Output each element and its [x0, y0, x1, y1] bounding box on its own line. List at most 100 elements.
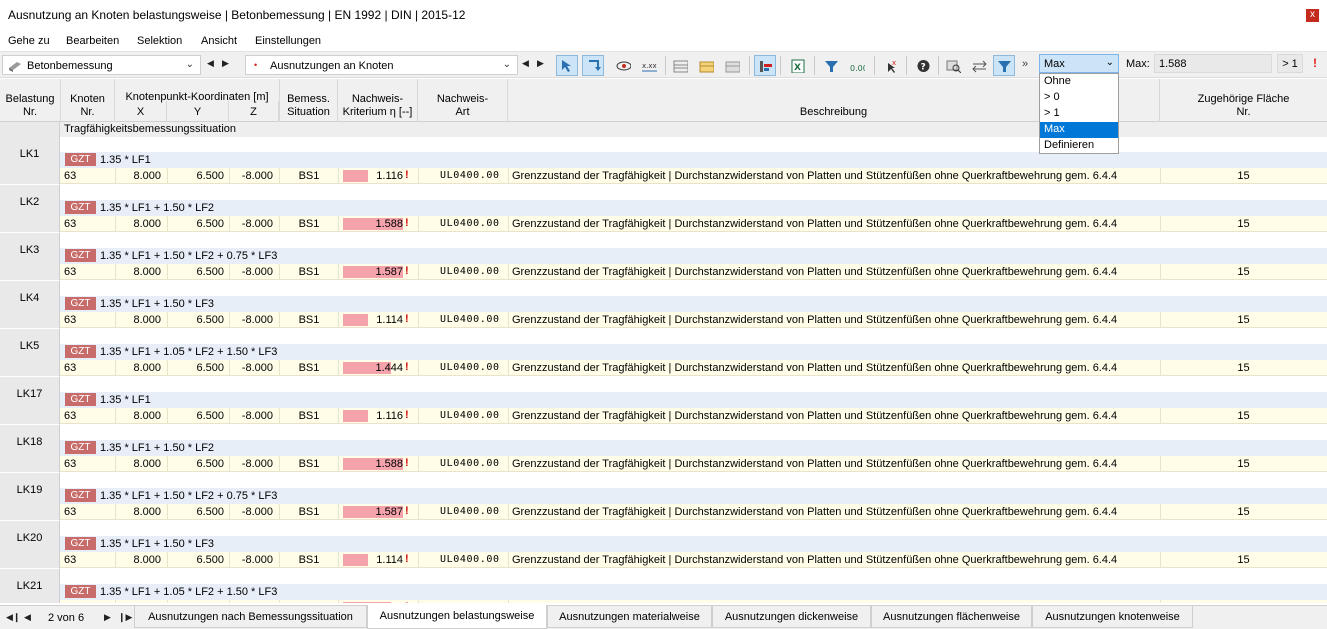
filter-option-definieren[interactable]: Definieren	[1040, 138, 1118, 154]
tab-bemessungssituation[interactable]: Ausnutzungen nach Bemessungssituation	[134, 606, 367, 628]
eye-icon	[616, 61, 631, 71]
last-page-icon[interactable]: ❙▶	[118, 612, 132, 623]
coord-y: 6.500	[196, 554, 224, 566]
table-icon	[673, 60, 688, 73]
design-situation: BS1	[298, 458, 320, 470]
search-table-button[interactable]	[942, 55, 964, 76]
filter-option-gt1[interactable]: > 1	[1040, 106, 1118, 122]
table-row[interactable]: 63 8.000 6.500 -8.000 BS1 1.114! UL0400.00 Gren…	[60, 552, 1327, 568]
combination-row[interactable]: GZT 1.35 * LF1 + 1.50 * LF2	[60, 440, 1327, 456]
view-mode-button[interactable]	[612, 55, 634, 76]
filter-option-max[interactable]: Max	[1040, 122, 1118, 138]
load-combination-cell[interactable]: LK3	[0, 233, 60, 281]
table-row[interactable]: 63 8.000 6.500 -8.000 BS1 1.116! UL0400.00 Gren…	[60, 168, 1327, 184]
tab-belastungsweise[interactable]: Ausnutzungen belastungsweise	[367, 605, 547, 629]
toolbar-overflow-icon[interactable]: »	[1022, 58, 1028, 70]
col-situation[interactable]: Bemess. Situation	[280, 79, 338, 122]
load-combination-cell[interactable]: LK2	[0, 185, 60, 233]
table-row[interactable]: 63 8.000 6.500 -8.000 BS1 1.444! UL0400.00 Gren…	[60, 600, 1327, 603]
table-folder-button[interactable]	[695, 55, 717, 76]
menu-gehe-zu[interactable]: Gehe zu	[8, 35, 50, 47]
filter-mode-select[interactable]: Max ⌄	[1039, 54, 1119, 73]
table-filter-button[interactable]	[721, 55, 743, 76]
tab-materialweise[interactable]: Ausnutzungen materialweise	[547, 606, 712, 628]
combination-row[interactable]: GZT 1.35 * LF1	[60, 392, 1327, 408]
menu-ansicht[interactable]: Ansicht	[201, 35, 237, 47]
menu-einstellungen[interactable]: Einstellungen	[255, 35, 321, 47]
tab-dickenweise[interactable]: Ausnutzungen dickenweise	[712, 606, 871, 628]
load-combination-cell[interactable]: LK19	[0, 473, 60, 521]
prev-module-icon[interactable]: ◀	[207, 58, 214, 69]
combination-row[interactable]: GZT 1.35 * LF1 + 1.50 * LF2 + 0.75 * LF3	[60, 488, 1327, 504]
max-value-field[interactable]: 1.588	[1154, 54, 1272, 73]
table-row[interactable]: 63 8.000 6.500 -8.000 BS1 1.587! UL0400.00 Gren…	[60, 504, 1327, 520]
col-kriterium[interactable]: Nachweis- Kriterium η [--]	[338, 79, 418, 122]
combination-row[interactable]: GZT 1.35 * LF1 + 1.05 * LF2 + 1.50 * LF3	[60, 344, 1327, 360]
combination-row[interactable]: GZT 1.35 * LF1	[60, 152, 1327, 168]
check-type: UL0400.00	[440, 506, 500, 517]
load-combination-cell[interactable]: LK4	[0, 281, 60, 329]
load-combination-cell[interactable]: LK18	[0, 425, 60, 473]
combination-row[interactable]: GZT 1.35 * LF1 + 1.50 * LF3	[60, 536, 1327, 552]
decimal-icon: 0.00	[850, 64, 865, 73]
col-y[interactable]: Y	[167, 101, 229, 122]
help-button[interactable]: ?	[912, 55, 934, 76]
combination-row[interactable]: GZT 1.35 * LF1 + 1.50 * LF3	[60, 296, 1327, 312]
col-x[interactable]: X	[115, 101, 167, 122]
show-values-button[interactable]: x.xx	[638, 55, 660, 76]
col-z[interactable]: Z	[229, 101, 279, 122]
combination-formula: 1.35 * LF1 + 1.05 * LF2 + 1.50 * LF3	[100, 586, 278, 598]
coord-x: 8.000	[133, 362, 161, 374]
col-belastung[interactable]: Belastung Nr.	[0, 79, 61, 122]
table-row[interactable]: 63 8.000 6.500 -8.000 BS1 1.444! UL0400.00 Gren…	[60, 360, 1327, 376]
table-row[interactable]: 63 8.000 6.500 -8.000 BS1 1.587! UL0400.00 Gren…	[60, 264, 1327, 280]
tab-knotenweise[interactable]: Ausnutzungen knotenweise	[1032, 606, 1193, 628]
menu-selektion[interactable]: Selektion	[137, 35, 182, 47]
next-page-icon[interactable]: ▶	[104, 612, 111, 623]
load-combination-cell[interactable]: LK20	[0, 521, 60, 569]
next-table-icon[interactable]: ▶	[537, 58, 544, 69]
close-button[interactable]: x	[1306, 9, 1319, 22]
sync-button[interactable]	[968, 55, 990, 76]
excel-export-button[interactable]: X	[786, 55, 808, 76]
col-knoten[interactable]: Knoten Nr.	[61, 79, 115, 122]
combination-row[interactable]: GZT 1.35 * LF1 + 1.05 * LF2 + 1.50 * LF3	[60, 584, 1327, 600]
decimal-places-button[interactable]: 0.00	[846, 55, 868, 76]
prev-page-icon[interactable]: ◀	[24, 612, 31, 623]
tab-flaechenweise[interactable]: Ausnutzungen flächenweise	[871, 606, 1032, 628]
next-module-icon[interactable]: ▶	[222, 58, 229, 69]
first-page-icon[interactable]: ◀❙	[6, 612, 20, 623]
table-select[interactable]: • Ausnutzungen an Knoten ⌄	[245, 55, 518, 75]
check-type: UL0400.00	[440, 218, 500, 229]
filter-button[interactable]	[820, 55, 842, 76]
menu-bearbeiten[interactable]: Bearbeiten	[66, 35, 119, 47]
filter-option-gt0[interactable]: > 0	[1040, 90, 1118, 106]
combination-row[interactable]: GZT 1.35 * LF1 + 1.50 * LF2 + 0.75 * LF3	[60, 248, 1327, 264]
table-row[interactable]: 63 8.000 6.500 -8.000 BS1 1.588! UL0400.00 Gren…	[60, 216, 1327, 232]
design-situation: BS1	[298, 314, 320, 326]
table-row[interactable]: 63 8.000 6.500 -8.000 BS1 1.116! UL0400.00 Gren…	[60, 408, 1327, 424]
coord-x: 8.000	[133, 506, 161, 518]
combination-row[interactable]: GZT 1.35 * LF1 + 1.50 * LF2	[60, 200, 1327, 216]
select-in-table-button[interactable]	[556, 55, 578, 76]
jump-to-graphic-button[interactable]	[582, 55, 604, 76]
load-combination-cell[interactable]: LK5	[0, 329, 60, 377]
table-row[interactable]: 63 8.000 6.500 -8.000 BS1 1.588! UL0400.00 Gren…	[60, 456, 1327, 472]
filter-active-button[interactable]	[993, 55, 1015, 76]
col-art[interactable]: Nachweis- Art	[418, 79, 508, 122]
cursor-button[interactable]: x	[880, 55, 902, 76]
col-flaeche[interactable]: Zugehörige Fläche Nr.	[1160, 79, 1327, 122]
module-select[interactable]: Betonbemessung ⌄	[2, 55, 201, 75]
table-row[interactable]: 63 8.000 6.500 -8.000 BS1 1.114! UL0400.00 Gren…	[60, 312, 1327, 328]
sort-button[interactable]	[754, 55, 776, 76]
greater-than-one-button[interactable]: > 1	[1277, 54, 1303, 73]
prev-table-icon[interactable]: ◀	[522, 58, 529, 69]
load-combination-cell[interactable]: LK17	[0, 377, 60, 425]
table-button[interactable]	[669, 55, 691, 76]
load-combination-cell[interactable]: LK21	[0, 569, 60, 603]
load-combination-cell[interactable]: LK1	[0, 137, 60, 185]
title-bar: Ausnutzung an Knoten belastungsweise | B…	[0, 0, 1327, 32]
max-value: 1.588	[1159, 58, 1187, 70]
warning-icon: !	[405, 361, 409, 373]
filter-option-ohne[interactable]: Ohne	[1040, 74, 1118, 90]
